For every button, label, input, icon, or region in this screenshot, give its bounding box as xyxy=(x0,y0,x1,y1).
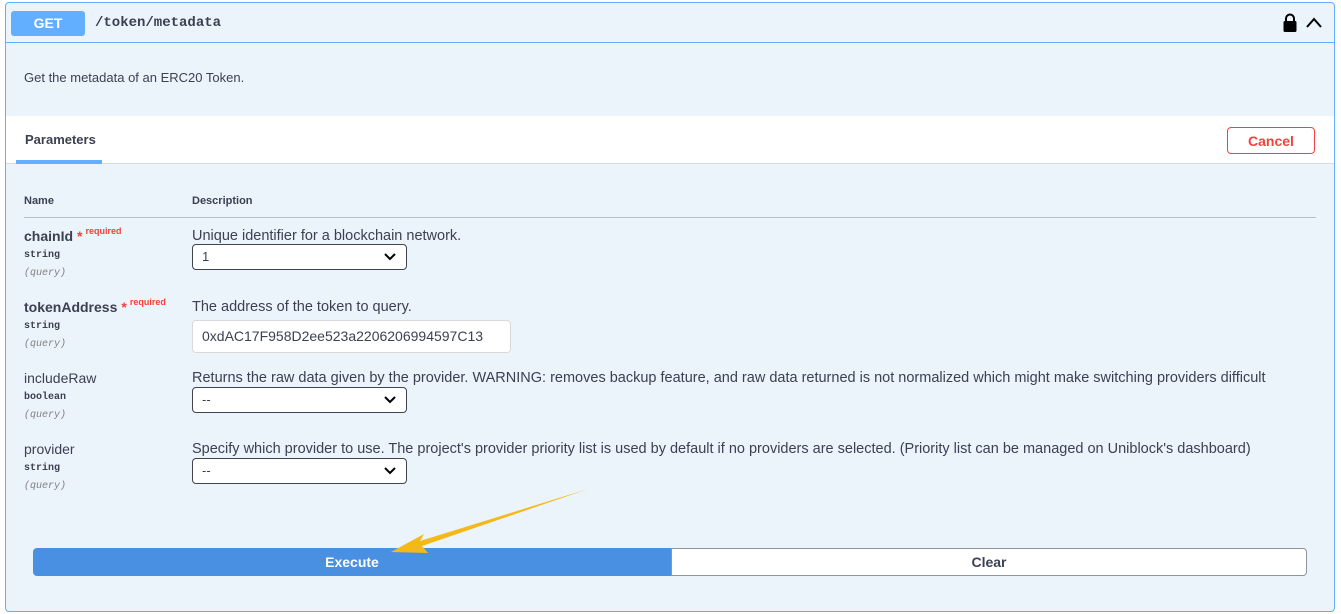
param-type: string xyxy=(24,250,61,261)
operation-summary[interactable]: GET /token/metadata xyxy=(6,3,1334,43)
cancel-button[interactable]: Cancel xyxy=(1227,127,1315,154)
required-label: required xyxy=(85,226,122,236)
clear-button[interactable]: Clear xyxy=(671,548,1307,576)
chevron-down-icon xyxy=(384,253,396,261)
endpoint-path: /token/metadata xyxy=(95,15,222,31)
param-name-includeraw: includeRaw xyxy=(24,370,97,386)
required-star: * xyxy=(77,228,83,244)
param-type: string xyxy=(24,463,61,474)
param-name-chainid: chainId * required xyxy=(24,226,122,244)
select-value: 1 xyxy=(202,249,210,264)
param-description: Unique identifier for a blockchain netwo… xyxy=(192,228,462,244)
chevron-down-icon xyxy=(384,396,396,404)
select-value: -- xyxy=(202,463,211,478)
includeraw-select[interactable]: -- xyxy=(192,387,407,413)
param-type: string xyxy=(24,321,61,332)
provider-select[interactable]: -- xyxy=(192,458,407,484)
tokenaddress-input[interactable]: 0xdAC17F958D2ee523a2206206994597C13 xyxy=(192,320,511,353)
param-description: Returns the raw data given by the provid… xyxy=(192,370,1266,386)
execute-actions: Execute Clear xyxy=(33,548,1307,576)
param-description: Specify which provider to use. The proje… xyxy=(192,441,1251,457)
param-location: (query) xyxy=(24,481,67,492)
chevron-down-icon xyxy=(384,467,396,475)
required-label: required xyxy=(129,297,166,307)
param-location: (query) xyxy=(24,339,67,350)
param-location: (query) xyxy=(24,410,67,421)
execute-button[interactable]: Execute xyxy=(33,548,671,576)
param-name-provider: provider xyxy=(24,441,75,457)
http-method-badge: GET xyxy=(11,11,85,36)
column-header-description: Description xyxy=(192,195,253,207)
param-name-tokenaddress: tokenAddress * required xyxy=(24,297,166,315)
operation-description: Get the metadata of an ERC20 Token. xyxy=(24,70,245,85)
select-value: -- xyxy=(202,392,211,407)
tab-parameters[interactable]: Parameters xyxy=(16,116,102,164)
param-description: The address of the token to query. xyxy=(192,299,412,315)
lock-icon[interactable] xyxy=(1282,13,1298,33)
param-location: (query) xyxy=(24,268,67,279)
chainid-select[interactable]: 1 xyxy=(192,244,407,270)
parameters-header: Parameters Cancel xyxy=(6,116,1334,164)
param-type: boolean xyxy=(24,392,67,403)
chevron-up-icon[interactable] xyxy=(1304,13,1324,33)
header-divider xyxy=(24,217,1316,218)
operation-block: GET /token/metadata Get the metadata of … xyxy=(5,2,1335,612)
required-star: * xyxy=(121,299,127,315)
column-header-name: Name xyxy=(24,195,54,207)
